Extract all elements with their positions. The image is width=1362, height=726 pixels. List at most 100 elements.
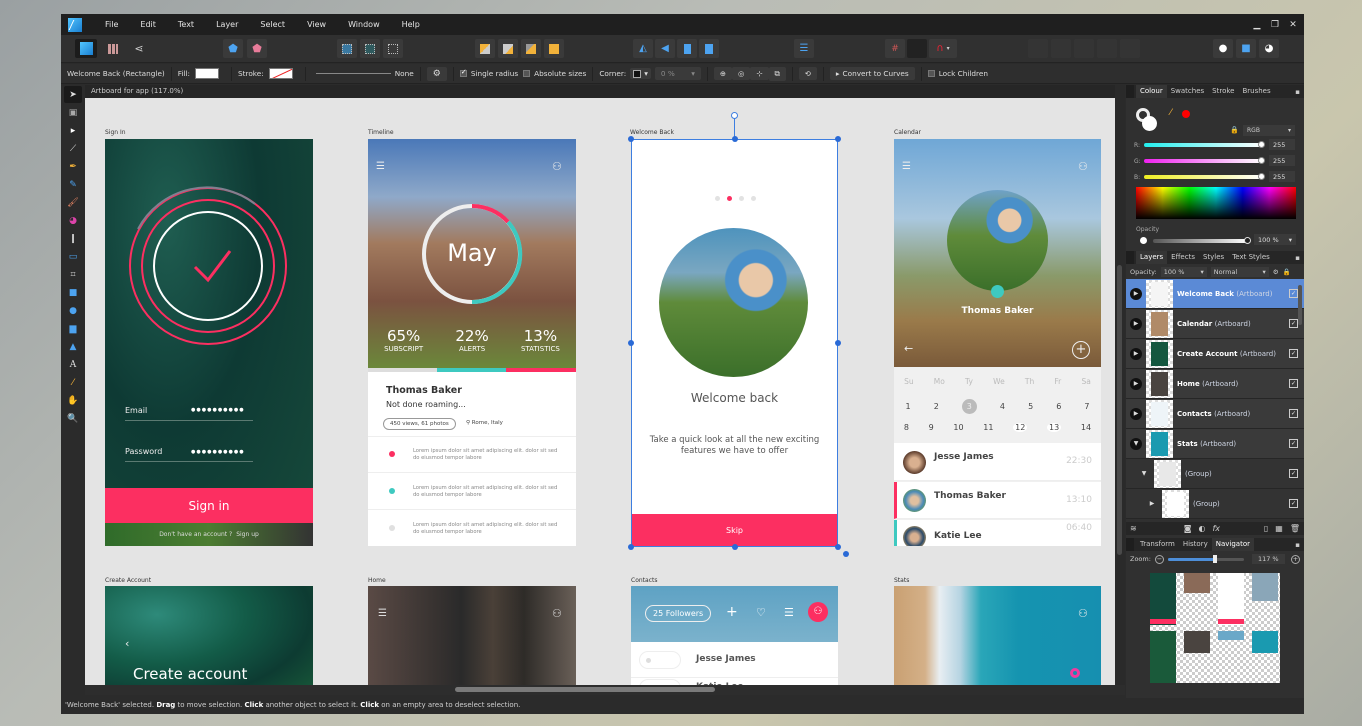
zoom-in-button[interactable]: + <box>1291 554 1300 564</box>
artboard-tool[interactable]: ▣ <box>64 104 82 121</box>
flip-horizontal-button[interactable]: ◭ <box>633 39 653 58</box>
resize-handle-bottom-right[interactable] <box>835 544 841 550</box>
resize-handle-right[interactable] <box>835 340 841 346</box>
transform-origin-button[interactable] <box>383 39 403 58</box>
artboard-create-account[interactable]: ‹ Create account <box>105 586 313 685</box>
layer-row[interactable]: ▶ Home (Artboard) ✓ <box>1126 369 1304 399</box>
collapse-arrow-icon[interactable]: ▼ <box>1138 468 1150 480</box>
menu-window[interactable]: Window <box>337 20 391 29</box>
align-button[interactable]: ☰ <box>794 39 814 58</box>
move-tool[interactable]: ➤ <box>64 86 82 103</box>
artistic-text-tool[interactable]: A <box>64 356 82 373</box>
lock-icon[interactable]: 🔒 <box>1230 126 1239 134</box>
trash-icon[interactable]: 🗑 <box>1290 524 1300 533</box>
tab-transform[interactable]: Transform <box>1136 538 1179 551</box>
selection-box-button[interactable] <box>337 39 357 58</box>
layer-visibility-checkbox[interactable]: ✓ <box>1289 319 1298 328</box>
arrange-front-button[interactable] <box>544 39 564 58</box>
artboard-home[interactable]: ☰ ⚇ <box>368 586 576 685</box>
g-value-field[interactable]: 255 <box>1269 155 1295 166</box>
calendar-day[interactable]: 10 <box>953 423 963 432</box>
corner-tool[interactable]: ⟋ <box>64 140 82 157</box>
calendar-day[interactable]: 7 <box>1084 402 1089 414</box>
vector-brush-tool[interactable]: 🖌 <box>64 194 82 211</box>
boolean-xor-button[interactable] <box>1097 39 1117 58</box>
layers-scrollbar-thumb[interactable] <box>1298 285 1302 325</box>
g-slider-handle[interactable] <box>1258 157 1265 164</box>
boolean-divide-button[interactable] <box>1120 39 1140 58</box>
zoom-value-field[interactable]: 117 % <box>1251 554 1285 564</box>
r-value-field[interactable]: 255 <box>1269 139 1295 150</box>
layer-row[interactable]: ▼ (Group) ✓ <box>1126 459 1304 489</box>
layer-visibility-checkbox[interactable]: ✓ <box>1289 439 1298 448</box>
document-tab[interactable]: Artboard for app (117.0%) <box>85 85 1115 98</box>
resize-handle-left[interactable] <box>628 340 634 346</box>
opacity-field[interactable]: 100 % ▾ <box>1254 234 1296 245</box>
crop-tool[interactable]: ⌗ <box>64 266 82 283</box>
expand-arrow-icon[interactable]: ▶ <box>1130 317 1142 330</box>
pen-tool[interactable]: ✒ <box>64 158 82 175</box>
stroke-settings-button[interactable]: ⚙ <box>426 66 447 81</box>
blend-mode-dropdown[interactable]: Normal ▾ <box>1210 266 1269 277</box>
tab-styles[interactable]: Styles <box>1199 251 1228 264</box>
resize-handle-bottom[interactable] <box>732 544 738 550</box>
zoom-tool[interactable]: 🔍 <box>64 410 82 427</box>
menu-view[interactable]: View <box>296 20 337 29</box>
contact-row[interactable]: Jesse James <box>631 642 838 678</box>
node-tool[interactable]: ▸ <box>64 122 82 139</box>
pixel-persona-button[interactable] <box>103 39 123 58</box>
adjustment-icon[interactable]: ◐ <box>1198 524 1205 533</box>
menu-icon[interactable]: ☰ <box>784 606 794 619</box>
calendar-day[interactable]: 8 <box>904 423 909 432</box>
calendar-day[interactable]: 11 <box>983 423 993 432</box>
single-radius-checkbox[interactable] <box>459 68 467 77</box>
zoom-slider-handle[interactable] <box>1213 554 1218 563</box>
g-slider[interactable] <box>1144 157 1265 164</box>
color-picker-tool[interactable]: ⁄ <box>64 374 82 391</box>
layer-row[interactable]: ▶ Calendar (Artboard) ✓ <box>1126 309 1304 339</box>
pencil-tool[interactable]: ✎ <box>64 176 82 193</box>
panel-grip[interactable] <box>1126 85 1134 98</box>
tab-swatches[interactable]: Swatches <box>1167 85 1208 98</box>
timeline-item[interactable]: Lorem ipsum dolor sit amet adipiscing el… <box>368 437 576 473</box>
skip-button[interactable]: Skip <box>631 514 838 547</box>
boolean-intersect-button[interactable] <box>1074 39 1094 58</box>
snap-options-button[interactable] <box>907 39 927 58</box>
absolute-sizes-checkbox[interactable] <box>523 70 531 77</box>
calendar-day[interactable]: 2 <box>934 402 939 414</box>
calendar-day[interactable]: 5 <box>1028 402 1033 414</box>
artboard-welcome-back[interactable]: Welcome back Take a quick look at all th… <box>631 139 838 547</box>
sign-up-link[interactable]: Sign up <box>236 531 259 538</box>
r-slider-handle[interactable] <box>1258 141 1265 148</box>
layer-row[interactable]: ▶ Create Account (Artboard) ✓ <box>1126 339 1304 369</box>
layer-visibility-checkbox[interactable]: ✓ <box>1289 289 1298 298</box>
insert-top-button[interactable]: ■ <box>1236 39 1256 58</box>
user-icon[interactable]: ⚇ <box>1078 160 1088 173</box>
snapping-button[interactable]: ∩ ▾ <box>929 39 957 58</box>
gear-icon[interactable]: ⚙ <box>1273 268 1279 276</box>
toggle-switch[interactable] <box>639 651 681 669</box>
fit-button[interactable]: ⊹ <box>750 67 769 80</box>
new-layer-icon[interactable]: ▯ <box>1264 524 1268 533</box>
insert-inside-button[interactable]: ◕ <box>1259 39 1279 58</box>
fill-color-well[interactable] <box>1142 116 1157 131</box>
origin-button[interactable]: ⊕ <box>713 67 733 80</box>
contact-row[interactable]: Thomas Baker 13:10 <box>894 482 1101 519</box>
timeline-item[interactable]: Lorem ipsum dolor sit amet adipiscing el… <box>368 474 576 510</box>
add-event-button[interactable]: + <box>1072 341 1090 359</box>
boolean-add-button[interactable] <box>1028 39 1048 58</box>
calendar-day-selected[interactable]: 3 <box>961 399 977 414</box>
tab-colour[interactable]: Colour <box>1136 85 1167 98</box>
lock-icon[interactable]: 🔒 <box>1283 268 1291 276</box>
convert-to-curves-button[interactable]: ▸ Convert to Curves <box>829 67 915 80</box>
fill-tool[interactable]: ◕ <box>64 212 82 229</box>
insert-symbol-button[interactable]: ⬟ <box>223 39 243 58</box>
rotation-handle[interactable] <box>731 112 738 119</box>
fx-icon[interactable]: fx <box>1212 524 1220 533</box>
layer-visibility-checkbox[interactable]: ✓ <box>1289 379 1298 388</box>
expand-arrow-icon[interactable]: ▶ <box>1146 498 1158 510</box>
layer-opacity-dropdown[interactable]: 100 % ▾ <box>1160 266 1207 277</box>
view-tool[interactable]: ✋ <box>64 392 82 409</box>
colour-mode-dropdown[interactable]: RGB ▾ <box>1243 125 1295 136</box>
rotate-button[interactable]: ⟲ <box>798 67 817 80</box>
